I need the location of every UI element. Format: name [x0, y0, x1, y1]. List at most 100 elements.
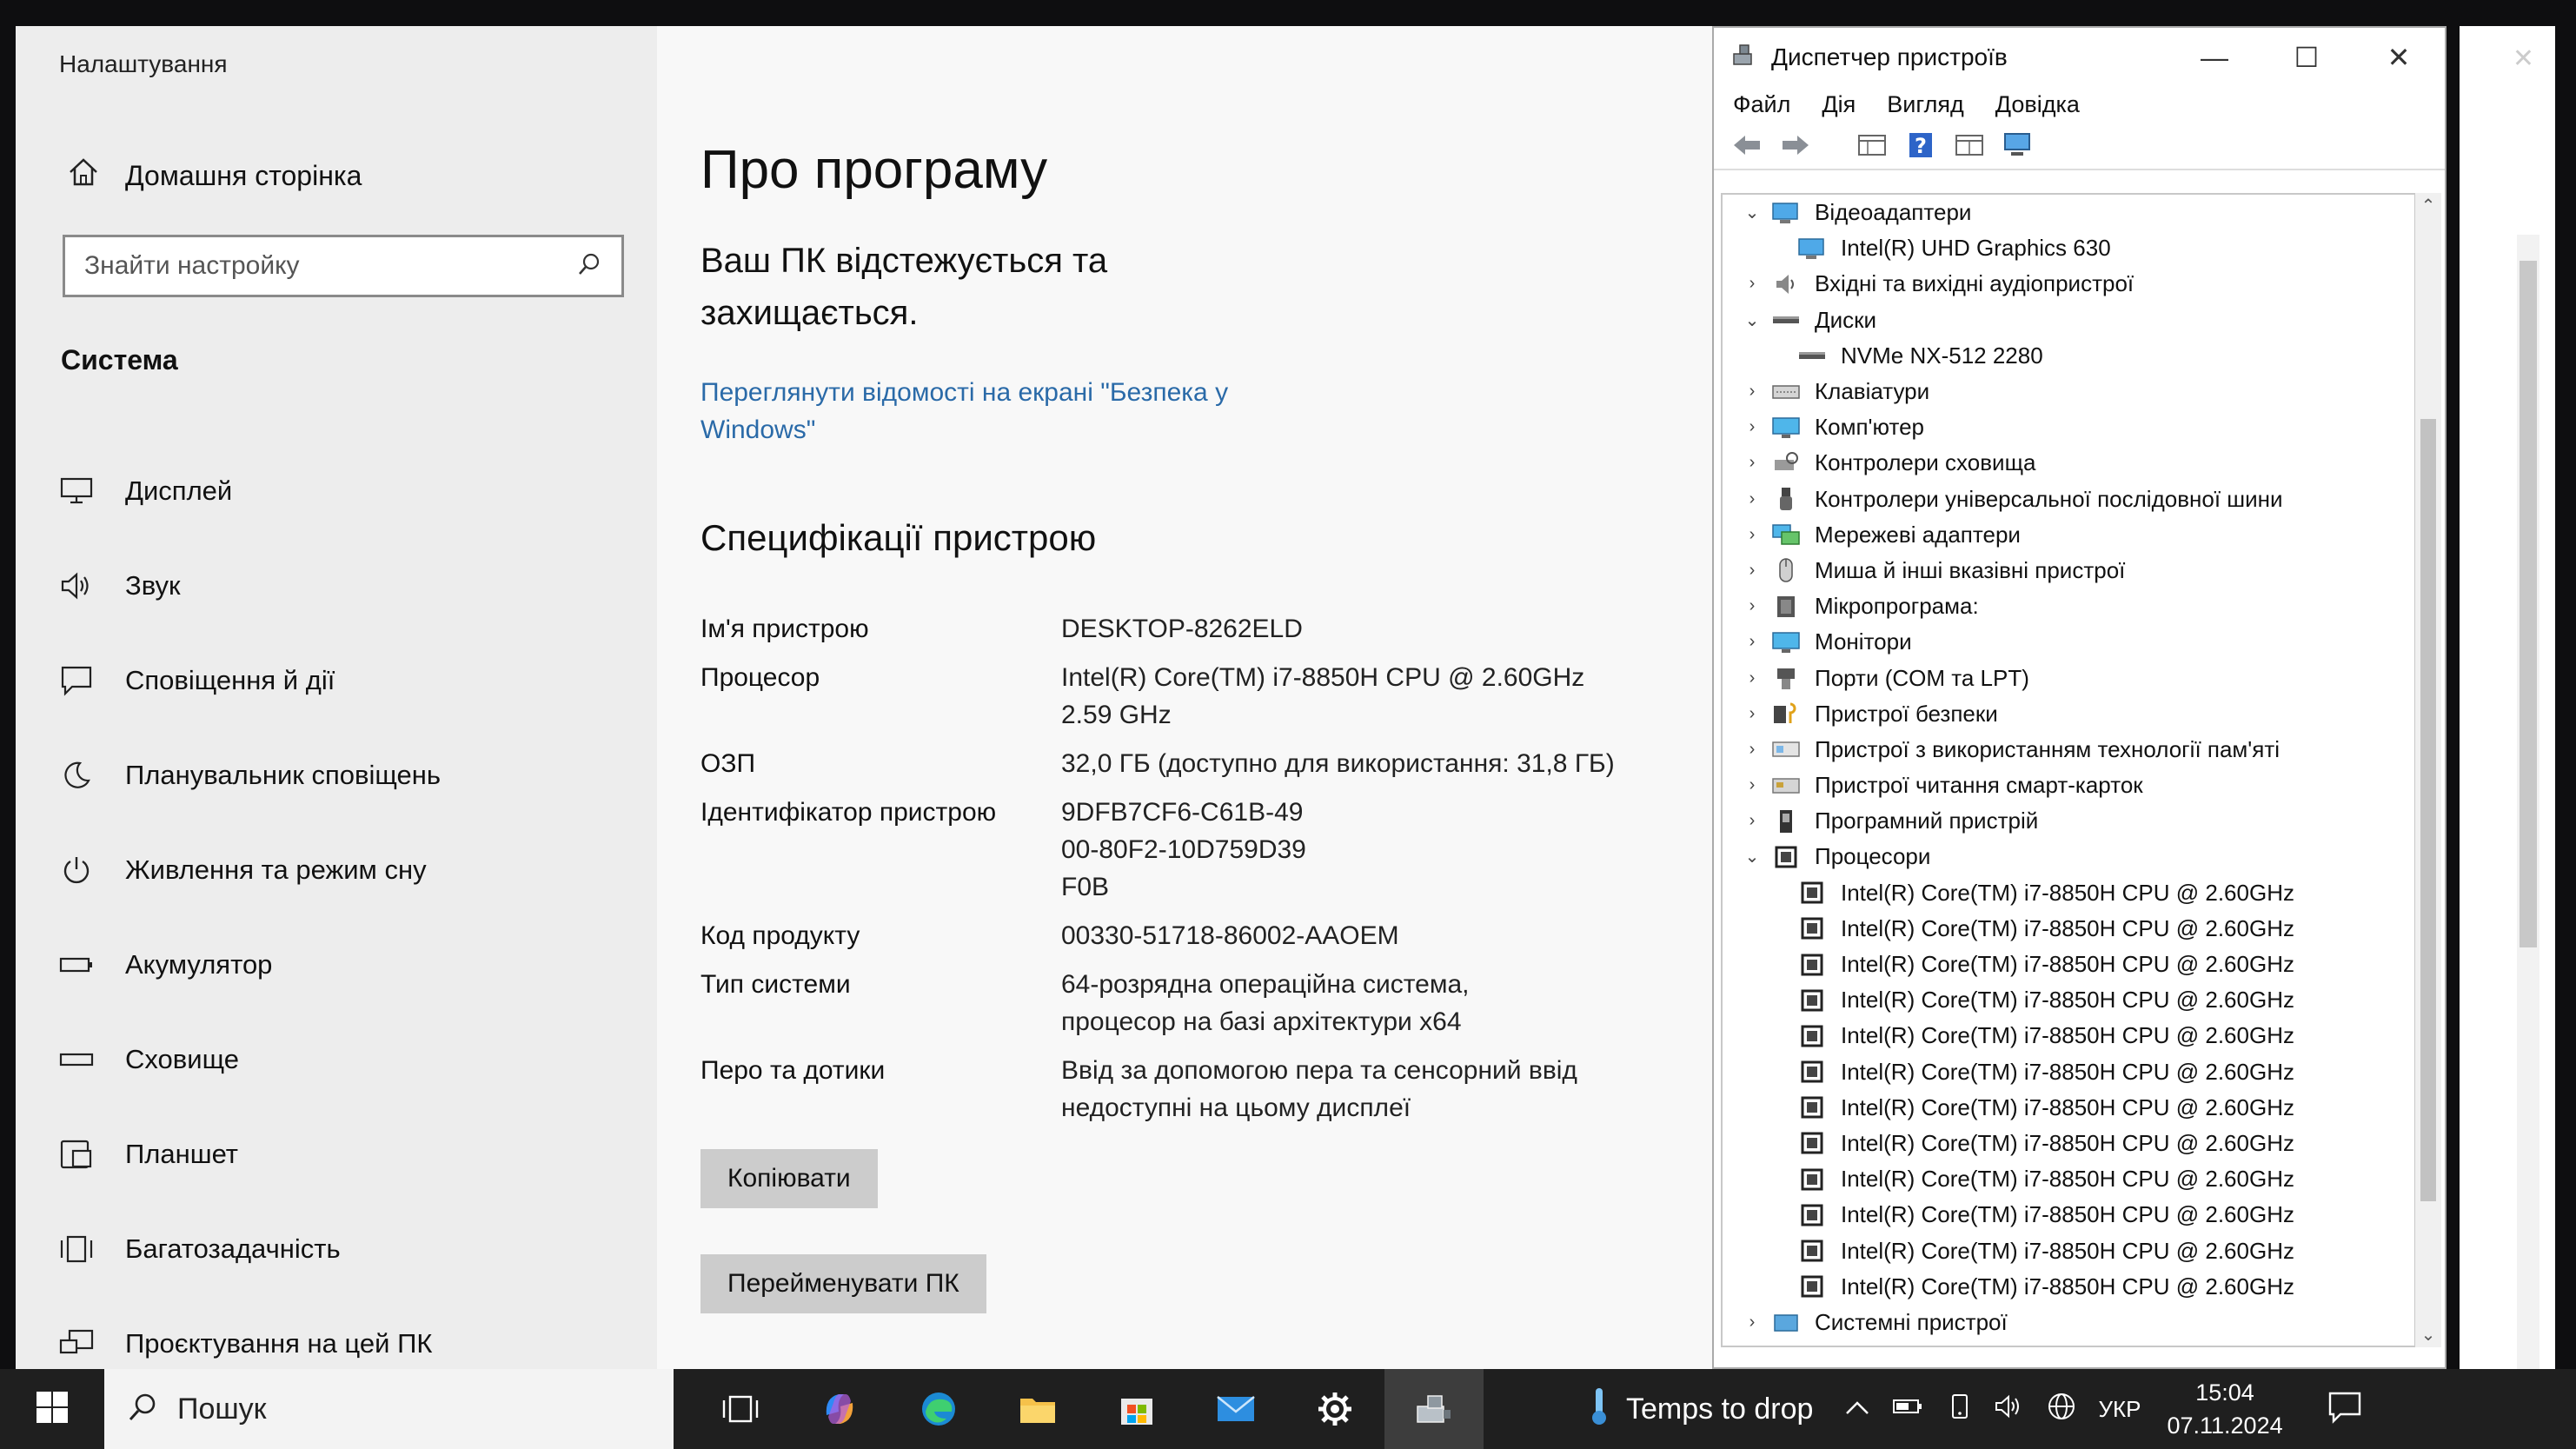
tree-device[interactable]: Intel(R) Core(TM) i7-8850H CPU @ 2.60GHz — [1723, 911, 2414, 947]
settings-gear-icon[interactable] — [1285, 1369, 1384, 1449]
security-details-link[interactable]: Переглянути відомості на екрані "Безпека… — [700, 374, 1309, 449]
help-icon[interactable]: ? — [1905, 130, 1936, 161]
chevron-down-icon[interactable]: ⌄ — [1735, 846, 1769, 867]
search-icon[interactable] — [576, 251, 602, 282]
tree-category[interactable]: › Клавіатури — [1723, 374, 2414, 409]
menu-view[interactable]: Вигляд — [1887, 91, 1963, 118]
nav-item-storage[interactable]: Сховище — [57, 1012, 631, 1107]
chevron-right-icon[interactable]: › — [1735, 525, 1769, 545]
settings-search-box[interactable] — [63, 235, 624, 297]
tree-device[interactable]: Intel(R) Core(TM) i7-8850H CPU @ 2.60GHz — [1723, 1233, 2414, 1268]
tree-device[interactable]: Intel(R) Core(TM) i7-8850H CPU @ 2.60GHz — [1723, 947, 2414, 982]
scan-hardware-icon[interactable] — [2002, 130, 2034, 161]
chevron-right-icon[interactable]: › — [1735, 811, 1769, 831]
nav-item-sound[interactable]: Звук — [57, 538, 631, 633]
tree-device[interactable]: Intel(R) Core(TM) i7-8850H CPU @ 2.60GHz — [1723, 1090, 2414, 1126]
chevron-right-icon[interactable]: › — [1735, 596, 1769, 616]
tree-category[interactable]: ⌄ Диски — [1723, 302, 2414, 338]
outer-close-icon[interactable]: ✕ — [2513, 43, 2534, 74]
chevron-right-icon[interactable]: › — [1735, 1313, 1769, 1333]
tree-category[interactable]: › Монітори — [1723, 624, 2414, 660]
tree-category[interactable]: › Вхідні та вихідні аудіопристрої — [1723, 266, 2414, 302]
tree-device[interactable]: Intel(R) Core(TM) i7-8850H CPU @ 2.60GHz — [1723, 1126, 2414, 1161]
tree-device[interactable]: Intel(R) Core(TM) i7-8850H CPU @ 2.60GHz — [1723, 1197, 2414, 1233]
chevron-right-icon[interactable]: › — [1735, 453, 1769, 473]
tree-device[interactable]: Intel(R) Core(TM) i7-8850H CPU @ 2.60GHz — [1723, 1018, 2414, 1054]
tree-category[interactable]: › Порти (COM та LPT) — [1723, 660, 2414, 695]
device-manager-taskbar-icon[interactable] — [1384, 1369, 1484, 1449]
tree-category[interactable]: › Комп'ютер — [1723, 409, 2414, 445]
device-tree[interactable]: ⌄ Відеоадаптери Intel(R) UHD Graphics 630 ›… — [1721, 193, 2416, 1347]
globe-network-icon[interactable] — [2046, 1391, 2077, 1428]
nav-item-notifications[interactable]: Сповіщення й дії — [57, 633, 631, 728]
language-indicator[interactable]: УКР — [2098, 1396, 2141, 1423]
nav-item-multitasking[interactable]: Багатозадачність — [57, 1201, 631, 1296]
nav-item-focus-assist[interactable]: Планувальник сповіщень — [57, 728, 631, 822]
nav-item-display[interactable]: Дисплей — [57, 443, 631, 538]
tree-category[interactable]: › Мікропрограма: — [1723, 588, 2414, 624]
chevron-right-icon[interactable]: › — [1735, 775, 1769, 795]
chevron-right-icon[interactable]: › — [1735, 704, 1769, 724]
chevron-right-icon[interactable]: › — [1735, 561, 1769, 581]
tree-device[interactable]: Intel(R) UHD Graphics 630 — [1723, 230, 2414, 266]
nav-item-tablet[interactable]: Планшет — [57, 1107, 631, 1201]
tree-device[interactable]: Intel(R) Core(TM) i7-8850H CPU @ 2.60GHz — [1723, 982, 2414, 1018]
tree-category[interactable]: › Контролери універсальної послідовної ши… — [1723, 482, 2414, 517]
tree-category[interactable]: › Контролери сховища — [1723, 445, 2414, 481]
outer-scroll-thumb[interactable] — [2520, 261, 2537, 947]
task-view-icon[interactable] — [691, 1369, 790, 1449]
start-button[interactable] — [0, 1369, 104, 1449]
tree-device[interactable]: Intel(R) Core(TM) i7-8850H CPU @ 2.60GHz — [1723, 1054, 2414, 1090]
settings-search-input[interactable] — [84, 251, 576, 281]
tree-category[interactable]: › Мережеві адаптери — [1723, 517, 2414, 553]
store-icon[interactable] — [1087, 1369, 1186, 1449]
battery-charging-icon[interactable] — [1891, 1394, 1926, 1425]
chevron-up-icon[interactable] — [1844, 1396, 1870, 1423]
clock[interactable]: 15:04 07.11.2024 — [2167, 1376, 2282, 1442]
tree-device[interactable]: NVMe NX-512 2280 — [1723, 338, 2414, 374]
file-explorer-icon[interactable] — [988, 1369, 1087, 1449]
outer-scrollbar[interactable] — [2517, 235, 2539, 1382]
chevron-right-icon[interactable]: › — [1735, 274, 1769, 294]
menu-action[interactable]: Дія — [1822, 91, 1856, 118]
tree-category[interactable]: › Пристрої читання смарт-карток — [1723, 768, 2414, 803]
tree-device[interactable]: Intel(R) Core(TM) i7-8850H CPU @ 2.60GHz — [1723, 1161, 2414, 1197]
forward-arrow-icon[interactable] — [1780, 130, 1811, 161]
back-arrow-icon[interactable] — [1731, 130, 1763, 161]
scroll-thumb[interactable] — [2420, 419, 2436, 1201]
chevron-right-icon[interactable]: › — [1735, 382, 1769, 402]
tree-category[interactable]: › Програмний пристрій — [1723, 803, 2414, 839]
taskbar-search-input[interactable] — [177, 1392, 562, 1426]
menu-help[interactable]: Довідка — [1995, 91, 2080, 118]
copilot-icon[interactable] — [790, 1369, 889, 1449]
nav-item-projecting[interactable]: Проєктування на цей ПК — [57, 1296, 631, 1369]
close-icon[interactable]: ✕ — [2353, 28, 2445, 87]
tree-category[interactable]: › Миша й інші вказівні пристрої — [1723, 553, 2414, 588]
action-center-icon[interactable] — [2327, 1390, 2363, 1429]
tree-category[interactable]: › Пристрої з використанням технології пам… — [1723, 732, 2414, 768]
chevron-right-icon[interactable]: › — [1735, 632, 1769, 652]
tree-category[interactable]: ⌄ Процесори — [1723, 839, 2414, 874]
properties-view-icon[interactable] — [1856, 130, 1888, 161]
chevron-right-icon[interactable]: › — [1735, 417, 1769, 437]
tree-category[interactable]: › Пристрої безпеки — [1723, 696, 2414, 732]
tree-category[interactable]: ⌄ Відеоадаптери — [1723, 195, 2414, 230]
taskbar-search[interactable] — [104, 1369, 674, 1449]
tree-device[interactable]: Intel(R) Core(TM) i7-8850H CPU @ 2.60GHz — [1723, 875, 2414, 911]
chevron-right-icon[interactable]: › — [1735, 489, 1769, 509]
home-link[interactable]: Домашня сторінка — [66, 155, 362, 196]
mail-icon[interactable] — [1186, 1369, 1285, 1449]
scroll-down-icon[interactable]: ⌄ — [2415, 1324, 2441, 1346]
chevron-down-icon[interactable]: ⌄ — [1735, 309, 1769, 331]
tree-category[interactable]: › Системні пристрої — [1723, 1305, 2414, 1340]
scroll-up-icon[interactable]: ⌃ — [2415, 195, 2441, 216]
device-view-icon[interactable] — [1954, 130, 1985, 161]
menu-file[interactable]: Файл — [1733, 91, 1790, 118]
minimize-icon[interactable]: — — [2168, 28, 2261, 87]
chevron-right-icon[interactable]: › — [1735, 668, 1769, 688]
volume-icon[interactable] — [1994, 1393, 2025, 1426]
dm-titlebar[interactable]: Диспетчер пристроїв — ☐ ✕ — [1714, 28, 2445, 87]
nav-item-power-sleep[interactable]: Живлення та режим сну — [57, 822, 631, 917]
edge-icon[interactable] — [889, 1369, 988, 1449]
nav-item-battery[interactable]: Акумулятор — [57, 917, 631, 1012]
